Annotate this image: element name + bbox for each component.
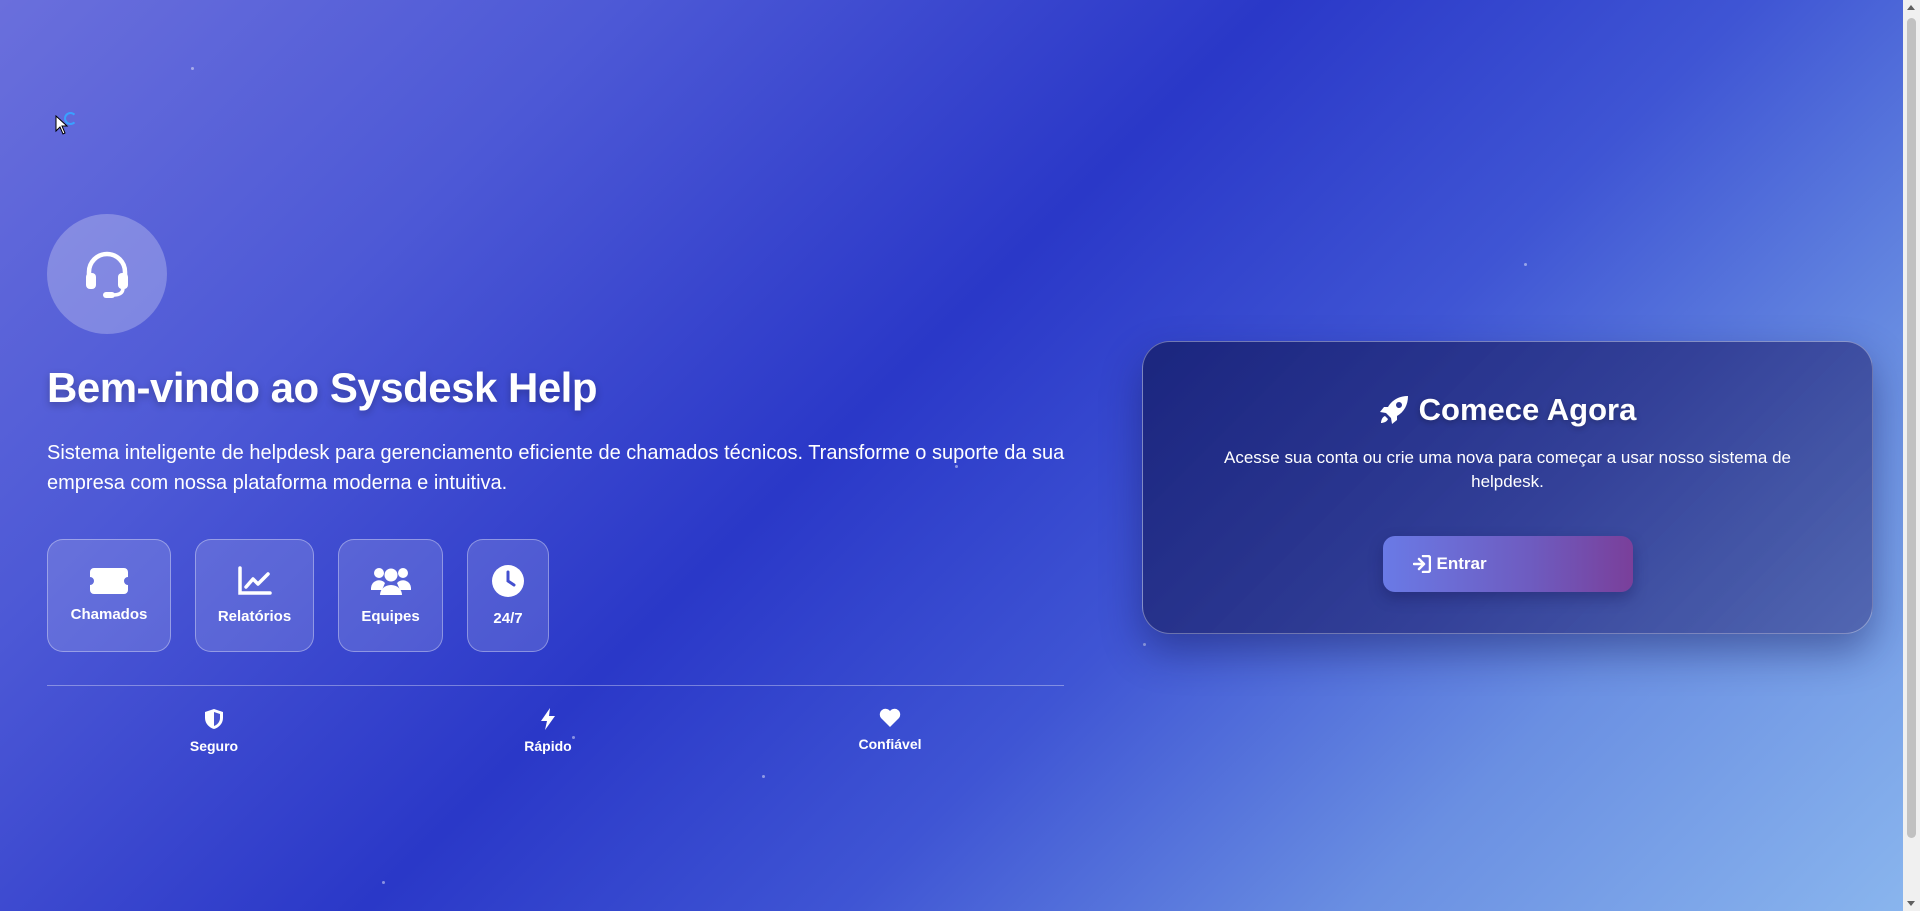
background-particle xyxy=(191,67,194,70)
sign-in-icon xyxy=(1412,555,1431,573)
login-button-label: Entrar xyxy=(1436,554,1487,573)
badge-label: Confiável xyxy=(858,736,922,752)
feature-card-24-7[interactable]: 24/7 xyxy=(467,539,549,652)
shield-icon xyxy=(205,709,223,729)
feature-label: Equipes xyxy=(361,608,420,625)
card-description: Acesse sua conta ou crie uma nova para c… xyxy=(1224,448,1791,491)
card-title: Comece Agora xyxy=(1379,392,1637,428)
ticket-icon xyxy=(90,568,128,594)
background-particle xyxy=(1143,643,1146,646)
get-started-card: Comece Agora Acesse sua conta ou crie um… xyxy=(1142,341,1873,634)
section-divider xyxy=(47,685,1064,686)
background-particle xyxy=(382,881,385,884)
clock-icon xyxy=(492,565,524,597)
feature-label: 24/7 xyxy=(493,610,523,627)
background-particle xyxy=(1524,263,1527,266)
feature-list: Chamados Relatórios Equipes 24/7 xyxy=(47,539,549,652)
feature-label: Chamados xyxy=(70,606,148,623)
landing-page: Bem-vindo ao Sysdesk Help Sistema inteli… xyxy=(0,0,1920,911)
loading-spinner-icon xyxy=(64,112,77,125)
heart-icon xyxy=(879,708,901,727)
page-title: Bem-vindo ao Sysdesk Help xyxy=(47,364,598,411)
scroll-down-arrow-icon[interactable] xyxy=(1907,901,1915,906)
chart-line-icon xyxy=(237,566,272,595)
feature-card-relatorios[interactable]: Relatórios xyxy=(195,539,314,652)
badge-confiavel: Confiável xyxy=(830,708,950,752)
feature-card-equipes[interactable]: Equipes xyxy=(338,539,443,652)
rocket-icon xyxy=(1379,396,1408,424)
background-particle xyxy=(762,775,765,778)
login-button[interactable]: Entrar xyxy=(1382,536,1633,592)
card-title-text: Comece Agora xyxy=(1418,392,1637,427)
scroll-thumb[interactable] xyxy=(1907,18,1916,838)
badge-label: Seguro xyxy=(189,738,239,754)
scroll-up-arrow-icon[interactable] xyxy=(1907,5,1915,10)
headset-icon xyxy=(47,214,167,334)
badge-seguro: Seguro xyxy=(154,708,274,754)
badge-label: Rápido xyxy=(524,738,572,754)
page-subtitle: Sistema inteligente de helpdesk para ger… xyxy=(47,442,1065,494)
vertical-scrollbar[interactable] xyxy=(1903,0,1920,911)
bolt-icon xyxy=(541,708,555,730)
users-icon xyxy=(370,568,411,595)
feature-label: Relatórios xyxy=(217,608,292,625)
feature-card-chamados[interactable]: Chamados xyxy=(47,539,171,652)
badge-rapido: Rápido xyxy=(488,708,608,754)
